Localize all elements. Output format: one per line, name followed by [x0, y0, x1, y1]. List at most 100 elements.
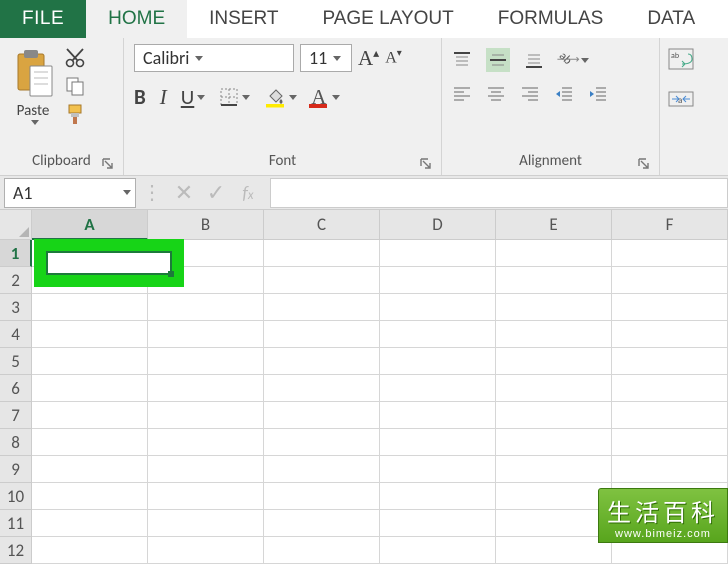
cell[interactable] — [148, 510, 264, 537]
row-header-6[interactable]: 6 — [0, 375, 32, 402]
alignment-launcher[interactable] — [637, 157, 651, 171]
cell[interactable] — [612, 429, 728, 456]
cell[interactable] — [32, 537, 148, 564]
cell[interactable] — [264, 537, 380, 564]
tab-insert[interactable]: INSERT — [187, 0, 300, 38]
align-bottom-button[interactable] — [524, 50, 544, 70]
paste-split-button[interactable]: Paste — [10, 44, 56, 147]
cell[interactable] — [380, 483, 496, 510]
cell[interactable] — [148, 348, 264, 375]
cell[interactable] — [496, 240, 612, 267]
bold-button[interactable]: B — [134, 84, 146, 110]
cell[interactable] — [148, 456, 264, 483]
cell[interactable] — [264, 267, 380, 294]
cell[interactable] — [148, 321, 264, 348]
formula-more-button[interactable]: ⋮ — [136, 178, 168, 208]
cell[interactable] — [380, 321, 496, 348]
tab-data[interactable]: DATA — [625, 0, 717, 38]
cell[interactable] — [612, 294, 728, 321]
cell[interactable] — [496, 348, 612, 375]
cell[interactable] — [264, 240, 380, 267]
cell[interactable] — [496, 321, 612, 348]
cell[interactable] — [32, 267, 148, 294]
align-right-button[interactable] — [520, 84, 540, 104]
col-header-C[interactable]: C — [264, 210, 380, 240]
cell[interactable] — [380, 240, 496, 267]
row-header-1[interactable]: 1 — [0, 240, 32, 267]
cell[interactable] — [264, 375, 380, 402]
row-header-10[interactable]: 10 — [0, 483, 32, 510]
cell[interactable] — [496, 429, 612, 456]
cell[interactable] — [148, 240, 264, 267]
row-header-3[interactable]: 3 — [0, 294, 32, 321]
cell[interactable] — [264, 348, 380, 375]
cell[interactable] — [496, 375, 612, 402]
fill-color-button[interactable] — [264, 86, 297, 108]
row-header-4[interactable]: 4 — [0, 321, 32, 348]
row-header-2[interactable]: 2 — [0, 267, 32, 294]
cell[interactable] — [148, 294, 264, 321]
row-header-12[interactable]: 12 — [0, 537, 32, 564]
wrap-text-button[interactable]: ab — [668, 48, 694, 70]
align-center-button[interactable] — [486, 84, 506, 104]
cell[interactable] — [496, 483, 612, 510]
cell[interactable] — [380, 429, 496, 456]
cell[interactable] — [612, 456, 728, 483]
cell[interactable] — [496, 537, 612, 564]
cell[interactable] — [148, 537, 264, 564]
col-header-D[interactable]: D — [380, 210, 496, 240]
underline-button[interactable]: U — [181, 84, 205, 110]
col-header-E[interactable]: E — [496, 210, 612, 240]
cell[interactable] — [264, 294, 380, 321]
cell[interactable] — [496, 456, 612, 483]
decrease-font-size-button[interactable]: A▾ — [385, 48, 402, 67]
cell[interactable] — [32, 348, 148, 375]
cell[interactable] — [264, 321, 380, 348]
cancel-formula-button[interactable]: ✕ — [168, 178, 200, 208]
font-color-button[interactable]: A — [311, 84, 340, 110]
cell[interactable] — [380, 402, 496, 429]
align-middle-button[interactable] — [486, 48, 510, 72]
cell[interactable] — [32, 510, 148, 537]
name-box[interactable]: A1 — [4, 178, 136, 208]
cell[interactable] — [612, 375, 728, 402]
cell[interactable] — [496, 294, 612, 321]
cell[interactable] — [612, 240, 728, 267]
cell[interactable] — [148, 483, 264, 510]
select-all-corner[interactable] — [0, 210, 32, 240]
accept-formula-button[interactable]: ✓ — [200, 178, 232, 208]
cell[interactable] — [264, 510, 380, 537]
increase-font-size-button[interactable]: A▴ — [358, 46, 379, 71]
cell[interactable] — [32, 402, 148, 429]
cell[interactable] — [32, 483, 148, 510]
col-header-A[interactable]: A — [32, 210, 148, 240]
increase-indent-button[interactable] — [588, 84, 608, 104]
tab-file[interactable]: FILE — [0, 0, 86, 38]
cell[interactable] — [380, 510, 496, 537]
formula-input[interactable] — [270, 178, 728, 208]
cell[interactable] — [264, 402, 380, 429]
cell[interactable] — [32, 240, 148, 267]
cell[interactable] — [612, 402, 728, 429]
align-left-button[interactable] — [452, 84, 472, 104]
font-size-combo[interactable]: 11 — [300, 44, 352, 72]
cell[interactable] — [32, 321, 148, 348]
tab-formulas[interactable]: FORMULAS — [476, 0, 626, 38]
tab-home[interactable]: HOME — [86, 0, 187, 38]
cell[interactable] — [148, 267, 264, 294]
merge-center-button[interactable]: a — [668, 88, 694, 110]
tab-page-layout[interactable]: PAGE LAYOUT — [300, 0, 475, 38]
cell[interactable] — [612, 267, 728, 294]
cell[interactable] — [496, 402, 612, 429]
cell[interactable] — [32, 429, 148, 456]
cell[interactable] — [380, 267, 496, 294]
cut-button[interactable] — [62, 46, 88, 70]
cell[interactable] — [148, 429, 264, 456]
decrease-indent-button[interactable] — [554, 84, 574, 104]
format-painter-button[interactable] — [62, 102, 88, 126]
cell[interactable] — [380, 294, 496, 321]
col-header-F[interactable]: F — [612, 210, 728, 240]
row-header-9[interactable]: 9 — [0, 456, 32, 483]
insert-function-button[interactable]: fx — [232, 178, 264, 208]
col-header-B[interactable]: B — [148, 210, 264, 240]
